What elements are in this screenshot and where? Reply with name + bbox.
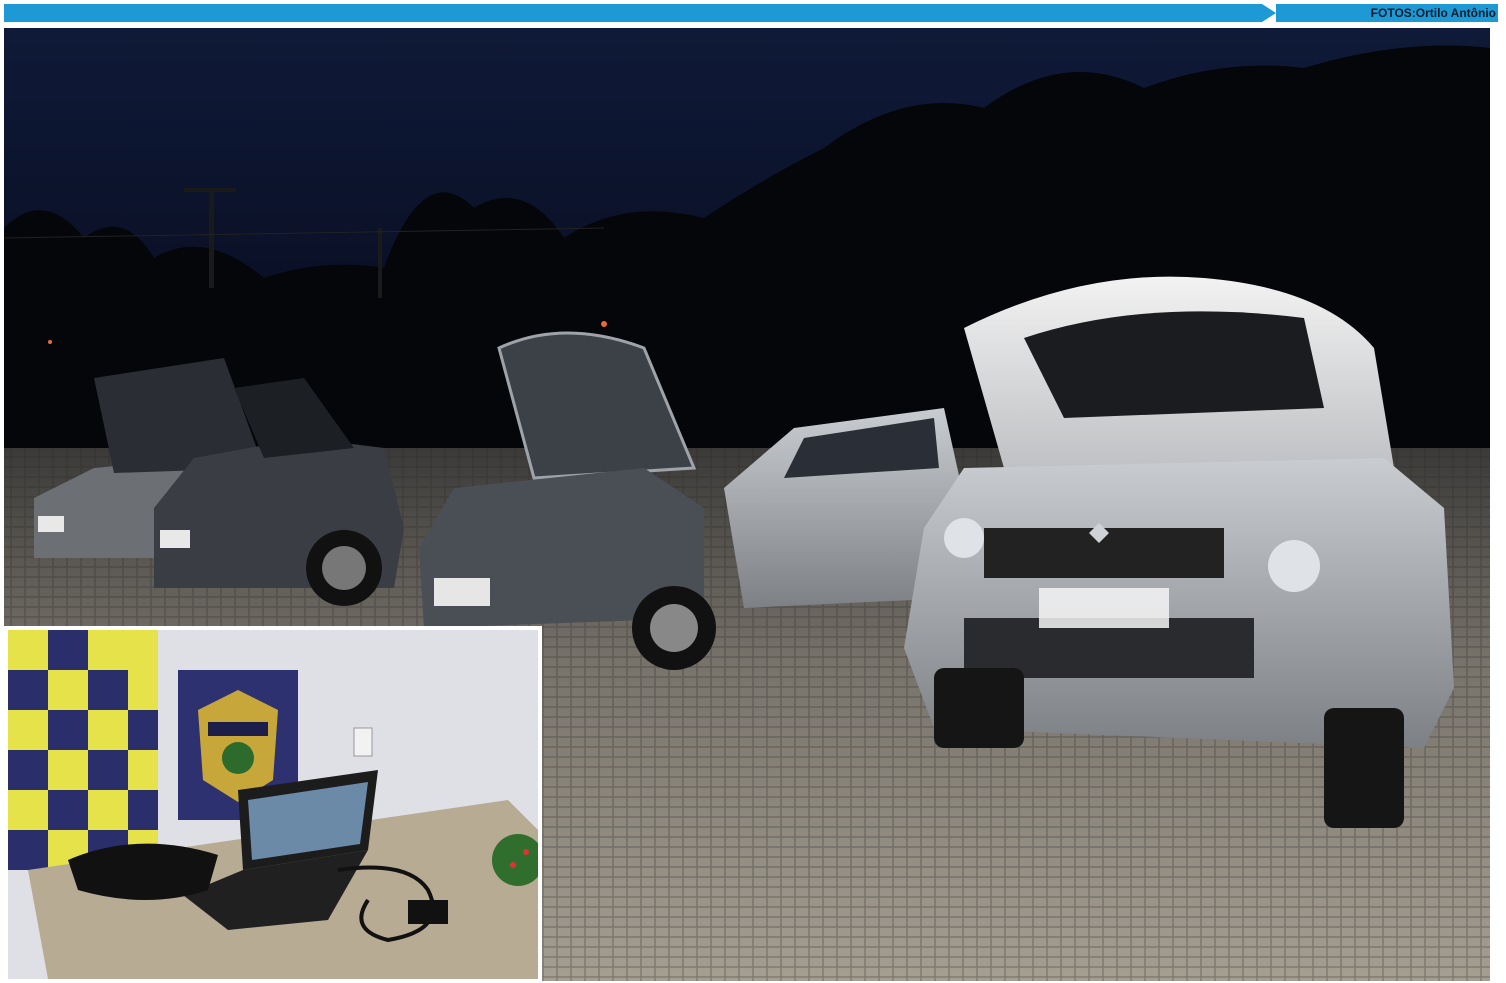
photo-credit-bar: FOTOS:Ortilo Antônio [0, 0, 1506, 26]
prf-backdrop [8, 630, 158, 870]
photo-credit: FOTOS:Ortilo Antônio [1370, 6, 1496, 20]
inset-photo-illustration [8, 630, 538, 979]
inset-photo [8, 630, 538, 979]
inset-photo-frame [4, 626, 542, 983]
credit-stripe [4, 4, 1262, 22]
credit-arrow [1262, 4, 1276, 22]
